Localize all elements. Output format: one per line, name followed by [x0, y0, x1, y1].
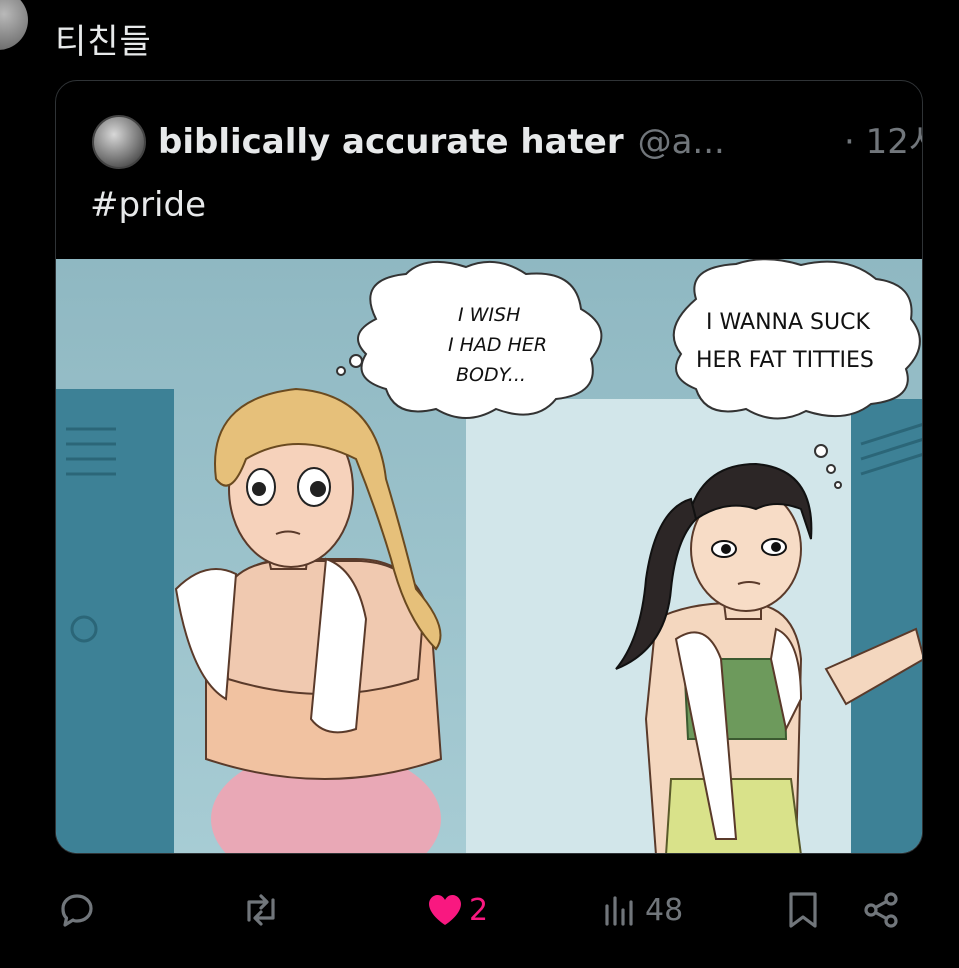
quoted-post-time[interactable]: · 12시 — [844, 114, 922, 170]
like-count: 2 — [469, 892, 489, 928]
quoted-post-header: biblically accurate hater @a... · 12시 — [92, 114, 922, 170]
quoted-author-avatar[interactable] — [92, 115, 146, 169]
reply-icon — [57, 890, 97, 930]
views-button[interactable]: 48 — [603, 882, 683, 938]
quoted-post-text[interactable]: #pride — [90, 185, 206, 225]
share-icon — [861, 890, 901, 930]
share-button[interactable] — [861, 882, 901, 938]
quoted-post-image[interactable]: I WISH I HAD HER BODY... I WANNA SUCK HE… — [56, 259, 922, 853]
avatar[interactable] — [0, 0, 28, 50]
post-action-bar: 2 48 — [55, 882, 915, 938]
bubble-left-line-2: I HAD HER — [448, 334, 547, 356]
bookmark-button[interactable] — [785, 882, 821, 938]
bookmark-icon — [785, 890, 821, 930]
bubble-right-line-2: HER FAT TITTIES — [696, 348, 874, 373]
views-count: 48 — [645, 892, 684, 928]
reply-button[interactable] — [57, 882, 97, 938]
repost-icon — [239, 890, 283, 930]
post-text: 티친들 — [55, 22, 152, 62]
repost-button[interactable] — [239, 882, 283, 938]
like-button[interactable]: 2 — [425, 882, 488, 938]
bubble-right-line-1: I WANNA SUCK — [706, 310, 870, 335]
bubble-left-line-3: BODY... — [456, 364, 526, 386]
bubble-left-line-1: I WISH — [458, 304, 520, 326]
heart-icon — [425, 890, 465, 930]
analytics-icon — [603, 890, 639, 930]
quoted-author-handle[interactable]: @a... — [638, 122, 725, 162]
quoted-author-name[interactable]: biblically accurate hater — [158, 122, 624, 162]
quoted-post-card[interactable]: biblically accurate hater @a... · 12시 #p… — [55, 80, 923, 854]
